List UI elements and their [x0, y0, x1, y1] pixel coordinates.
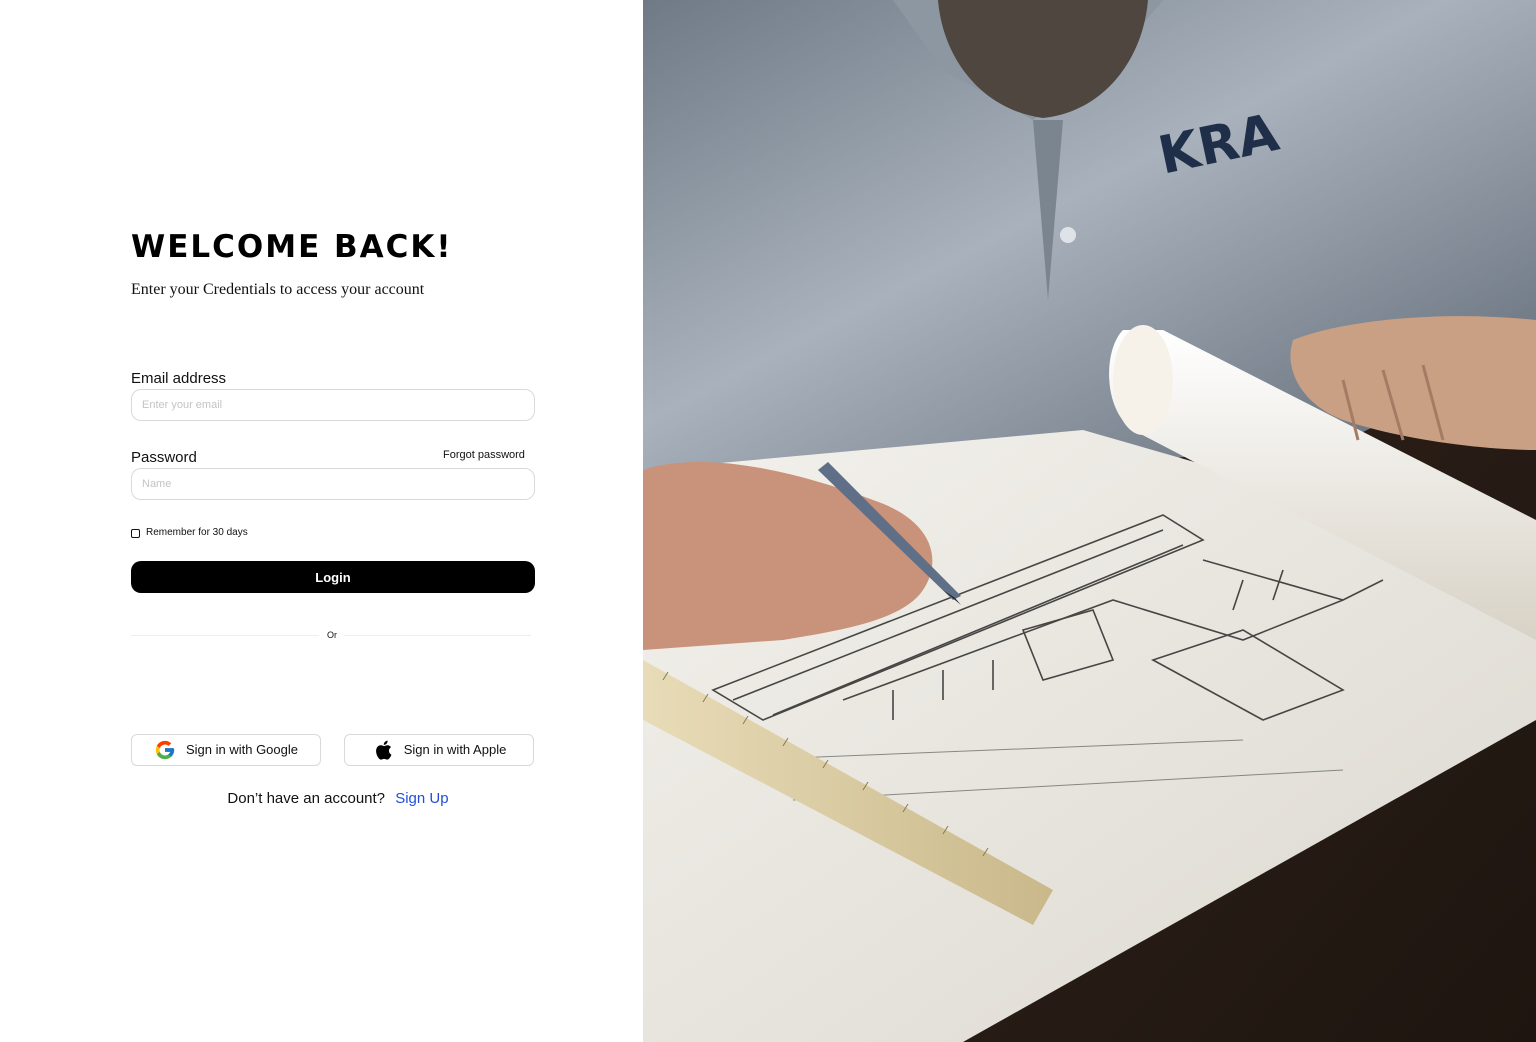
email-input[interactable] — [131, 389, 535, 421]
divider-or-text: Or — [324, 629, 340, 641]
page-subtitle: Enter your Credentials to access your ac… — [131, 281, 425, 298]
apple-icon — [372, 739, 394, 761]
apple-signin-button[interactable]: Sign in with Apple — [344, 734, 534, 766]
forgot-password-link[interactable]: Forgot password — [443, 448, 525, 462]
google-icon — [154, 739, 176, 761]
apple-signin-label: Sign in with Apple — [403, 742, 507, 757]
hero-image: KRA — [643, 0, 1536, 1042]
google-signin-label: Sign in with Google — [185, 742, 298, 757]
remember-me-label: Remember for 30 days — [146, 527, 248, 538]
remember-me-row[interactable]: Remember for 30 days — [131, 526, 248, 540]
signup-link[interactable]: Sign Up — [395, 790, 448, 807]
page-title: WELCOME BACK! — [131, 229, 453, 265]
remember-me-checkbox[interactable] — [131, 528, 140, 538]
email-label: Email address — [131, 370, 227, 387]
google-signin-button[interactable]: Sign in with Google — [131, 734, 321, 766]
signup-row: Don’t have an account? Sign Up — [131, 789, 545, 808]
password-label: Password — [131, 449, 197, 466]
divider-line-right — [344, 635, 531, 636]
signup-prompt: Don’t have an account? — [227, 790, 386, 807]
login-button[interactable]: Login — [131, 561, 535, 593]
divider-line-left — [131, 635, 319, 636]
login-panel: WELCOME BACK! Enter your Credentials to … — [0, 0, 643, 1042]
password-input[interactable] — [131, 468, 535, 500]
